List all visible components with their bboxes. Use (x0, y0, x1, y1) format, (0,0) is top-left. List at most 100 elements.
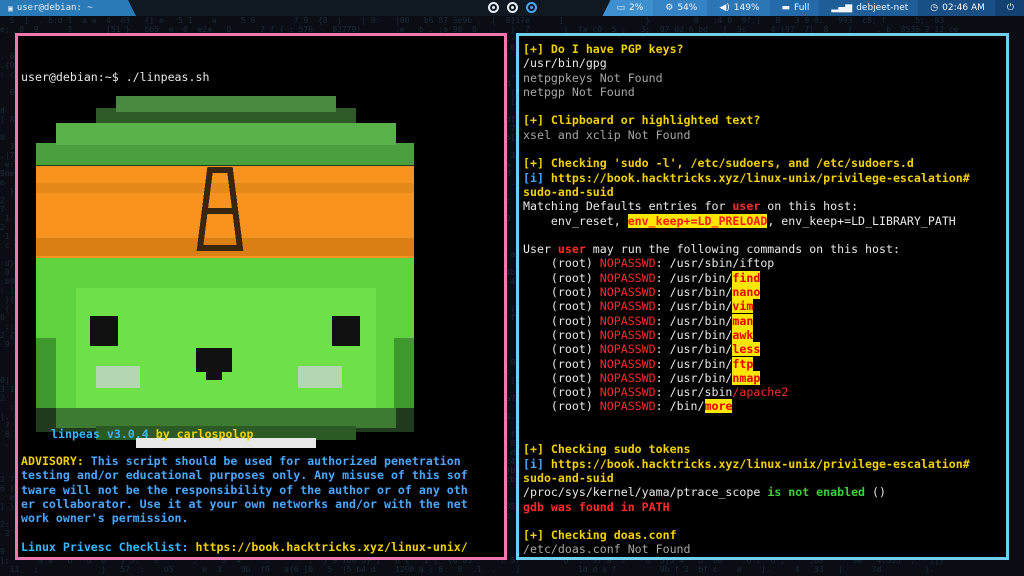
advisory-line-3: tware will not be the responsibility of … (21, 482, 468, 497)
info-url-cont[interactable]: sudo-and-suid (523, 471, 614, 485)
root-label: (root) (523, 285, 600, 300)
workspace-dot-3[interactable] (526, 2, 537, 13)
section-header-sudo: [+] Checking 'sudo -l', /etc/sudoers, an… (523, 156, 914, 171)
workspace-label: user@debian: ~ (16, 3, 93, 13)
sudo-command-list: (root) NOPASSWD: /usr/sbin/iftop (root) … (523, 256, 788, 414)
terminal-icon: ▣ (8, 3, 13, 13)
sudo-command-row: (root) NOPASSWD: /usr/bin/nmap (523, 370, 761, 385)
gdb-warning: gdb was found in PATH (523, 499, 670, 514)
advisory-label: ADVISORY: (21, 454, 84, 468)
username: user (732, 199, 761, 214)
nopasswd-tag: NOPASSWD (599, 256, 656, 271)
power-button[interactable]: ⏻ (994, 0, 1024, 16)
info-prefix: [i] (523, 456, 551, 471)
nopasswd-tag: NOPASSWD (599, 299, 656, 314)
command-path: : /usr/bin/ (655, 270, 733, 285)
credit-author: by carlospolop (148, 427, 254, 441)
command-path: : /usr/sbin/iftop (655, 256, 775, 271)
section-header-pgp: [+] Do I have PGP keys? (523, 42, 684, 56)
linpeas-credit: linpeas v3.0.4 by carlospolop (51, 427, 253, 441)
root-label: (root) (523, 385, 600, 400)
nopasswd-tag: NOPASSWD (599, 327, 656, 342)
sudo-command-row: (root) NOPASSWD: /usr/bin/nano (523, 285, 761, 300)
volume-status[interactable]: ◀) 149% (707, 0, 770, 16)
nopasswd-tag: NOPASSWD (599, 356, 656, 371)
info-url-cont[interactable]: sudo-and-suid (523, 185, 614, 199)
clock-icon: ◷ (930, 3, 939, 13)
output-line: netpgpkeys Not Found (523, 70, 663, 85)
nopasswd-tag: NOPASSWD (599, 399, 656, 414)
root-label: (root) (523, 356, 600, 371)
sudo-command-row: (root) NOPASSWD: /usr/sbin/apache2 (523, 385, 788, 399)
workspace-switcher (488, 2, 537, 13)
info-url[interactable]: https://book.hacktricks.xyz/linux-unix/p… (551, 171, 970, 185)
nopasswd-tag: NOPASSWD (599, 342, 656, 357)
command-path: : /bin/ (655, 399, 705, 414)
speaker-icon: ◀) (719, 3, 730, 13)
command-path: : /usr/sbin (655, 385, 733, 400)
exploitable-binary: more (704, 399, 733, 414)
root-label: (root) (523, 327, 600, 342)
exploitable-binary: vim (732, 299, 754, 314)
workspace-dot-1[interactable] (488, 2, 499, 13)
exploitable-binary: less (732, 342, 761, 357)
command-path: : /usr/bin/ (655, 356, 733, 371)
checklist-url[interactable]: https://book.hacktricks.xyz/linux-unix/ (196, 540, 468, 554)
advisory-line-1: This script should be used for authorize… (83, 454, 461, 468)
network-status[interactable]: ▂▄▆ debjeet-net (819, 0, 919, 16)
root-label: (root) (523, 270, 600, 285)
exploitable-binary: /apache2 (732, 385, 789, 400)
checklist-label: Linux Privesc Checklist: (21, 539, 196, 554)
root-label: (root) (523, 313, 600, 328)
terminal-pane-left[interactable]: user@debian:~$ ./linpeas.sh linpeas v3.0… (15, 33, 507, 560)
output-line: netpgp Not Found (523, 84, 635, 99)
username: user (557, 242, 586, 257)
exploitable-binary: nano (732, 285, 761, 300)
nopasswd-tag: NOPASSWD (599, 385, 656, 400)
workspace-dot-2[interactable] (507, 2, 518, 13)
sudo-command-row: (root) NOPASSWD: /bin/more (523, 399, 733, 414)
info-url[interactable]: https://book.hacktricks.xyz/linux-unix/p… (551, 457, 970, 471)
sudo-command-row: (root) NOPASSWD: /usr/bin/find (523, 270, 761, 285)
credit-name: linpeas v3.0.4 (51, 427, 149, 441)
root-label: (root) (523, 256, 600, 271)
root-label: (root) (523, 399, 600, 414)
section-header-clipboard: [+] Clipboard or highlighted text? (523, 113, 761, 128)
exploitable-binary: ftp (732, 356, 754, 371)
battery-status: ▬ Full (769, 0, 820, 16)
sudo-command-row: (root) NOPASSWD: /usr/bin/ftp (523, 356, 754, 371)
root-label: (root) (523, 370, 600, 385)
root-label: (root) (523, 299, 600, 314)
clock[interactable]: ◷ 02:46 AM (918, 0, 995, 16)
sudo-command-row: (root) NOPASSWD: /usr/bin/vim (523, 299, 754, 314)
advisory-block: ADVISORY: This script should be used for… (21, 454, 504, 554)
command-path: : /usr/bin/ (655, 327, 733, 342)
nopasswd-tag: NOPASSWD (599, 270, 656, 285)
exploitable-binary: nmap (732, 370, 761, 385)
memory-status: ⚙ 54% (653, 0, 708, 16)
exploitable-binary: find (732, 270, 761, 285)
command-prompt: user@debian:~$ ./linpeas.sh (21, 69, 210, 84)
sudo-command-row: (root) NOPASSWD: /usr/bin/less (523, 342, 761, 357)
info-prefix: [i] (523, 170, 551, 185)
nopasswd-tag: NOPASSWD (599, 313, 656, 328)
advisory-line-4: er collaborator. Use it at your own netw… (21, 496, 468, 511)
command-path: : /usr/bin/ (655, 342, 733, 357)
output-line: xsel and xclip Not Found (523, 127, 691, 142)
nopasswd-tag: NOPASSWD (599, 285, 656, 300)
section-header-doas: [+] Checking doas.conf (523, 528, 677, 543)
advisory-line-5: work owner's permission. (21, 511, 189, 526)
terminal-pane-right[interactable]: [+] Do I have PGP keys? /usr/bin/gpg net… (516, 33, 1009, 560)
linpeas-output: [+] Do I have PGP keys? /usr/bin/gpg net… (523, 42, 970, 557)
cpu-status: ▭ 2% (602, 0, 654, 16)
highlight-ld-preload: env_keep+=LD_PRELOAD (627, 213, 768, 228)
gear-icon: ⚙ (665, 3, 674, 13)
workspace-badge[interactable]: ▣ user@debian: ~ (0, 0, 136, 16)
command-path: : /usr/bin/ (655, 313, 733, 328)
power-icon: ⏻ (1006, 3, 1014, 13)
exploitable-binary: man (732, 313, 754, 328)
output-line: /etc/doas.conf Not Found (523, 542, 691, 557)
section-header-tokens: [+] Checking sudo tokens (523, 442, 691, 457)
command-path: : /usr/bin/ (655, 285, 733, 300)
cpu-icon: ▭ (616, 3, 625, 13)
